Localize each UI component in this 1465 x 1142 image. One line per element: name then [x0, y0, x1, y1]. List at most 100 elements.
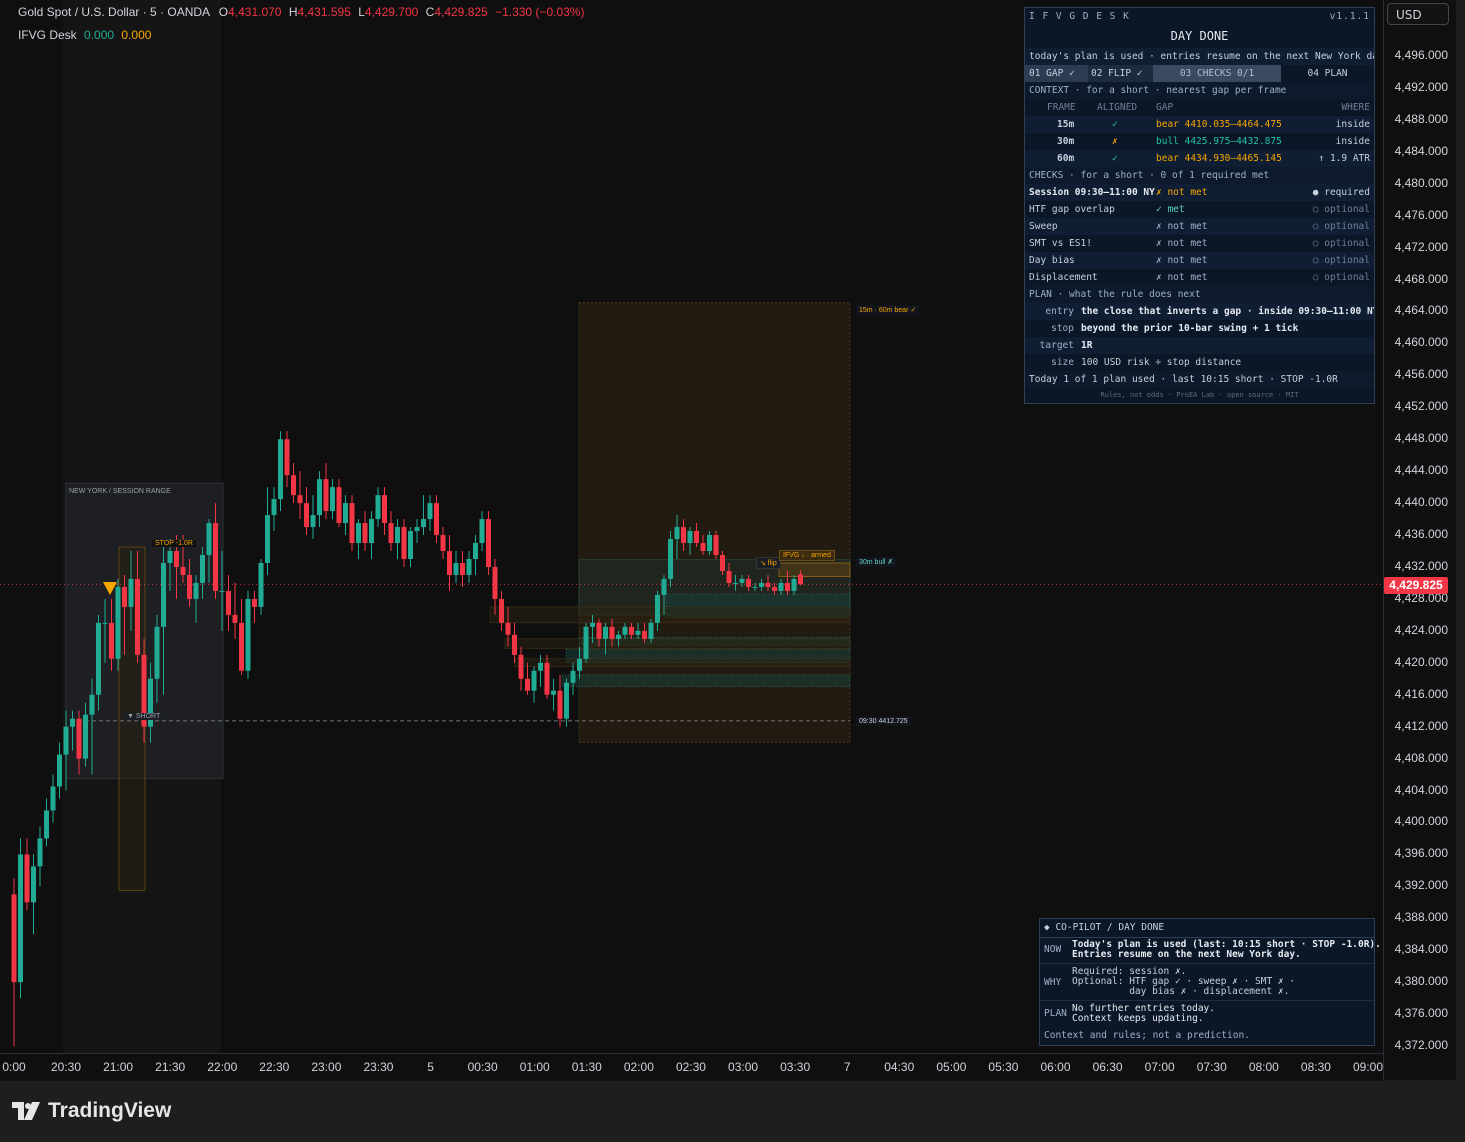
candle-body	[596, 622, 602, 639]
candle-body	[785, 582, 790, 591]
candle-body	[278, 439, 283, 500]
time-tick: 22:00	[207, 1060, 238, 1074]
price-tick: 4,388.000	[1394, 910, 1448, 925]
check-name: Displacement	[1029, 272, 1098, 283]
candle-body	[102, 622, 108, 624]
candle-body	[421, 519, 426, 528]
time-axis[interactable]: 0:00 20:30 21:00 21:30 22:00 22:30 23:00 23:30 5…	[0, 1053, 1383, 1081]
candle-body	[492, 566, 498, 599]
chart-area[interactable]: Gold Spot / U.S. Dollar · 5 · OANDA O4,4…	[0, 0, 1383, 1053]
candle-body	[24, 854, 30, 903]
candle-body	[336, 487, 342, 524]
price-tick: 4,404.000	[1394, 782, 1448, 797]
candle-body	[109, 622, 114, 659]
copilot-plan-tag: PLAN	[1044, 1008, 1067, 1019]
time-tick: 02:00	[623, 1060, 654, 1074]
candle-body	[174, 551, 179, 567]
candle-body	[31, 866, 36, 903]
candle-body	[356, 523, 361, 544]
price-tick: 4,440.000	[1394, 495, 1448, 510]
price-tick: 4,452.000	[1394, 399, 1448, 414]
row-frame: 30m	[1057, 136, 1075, 147]
candle-body	[538, 662, 543, 671]
ohlc-open-label: O	[218, 5, 229, 19]
step-plan[interactable]: 04 PLAN	[1281, 65, 1374, 82]
short-tag: ▼ SHORT	[124, 713, 164, 720]
candle-body	[622, 626, 628, 635]
candle-body	[512, 634, 517, 655]
time-tick: 7	[843, 1060, 851, 1074]
candle-body	[369, 519, 374, 544]
time-tick: 21:00	[103, 1060, 134, 1074]
candle-body	[232, 614, 238, 623]
candle-body	[401, 527, 407, 559]
candle-body	[323, 479, 329, 512]
brand-name: TradingView	[48, 1099, 172, 1122]
candle-body	[635, 630, 641, 635]
candle-body	[128, 578, 134, 607]
time-tick: 00:30	[467, 1060, 498, 1074]
context-row: 30m ✗ bull 4425.975–4432.875 inside	[1025, 133, 1374, 150]
check-row: Displacement ✗ not met ○ optional	[1025, 269, 1374, 286]
candle-body	[408, 531, 413, 559]
time-tick: 07:30	[1196, 1060, 1227, 1074]
price-tick: 4,408.000	[1394, 750, 1448, 765]
check-name: Session 09:30–11:00 NY	[1029, 187, 1155, 198]
candle-body	[83, 714, 88, 759]
desk-subtitle: today's plan is used · entries resume on…	[1025, 48, 1374, 65]
candle-body	[609, 626, 615, 639]
context-row: 15m ✓ bear 4410.035–4464.475 inside	[1025, 116, 1374, 133]
candle-body	[720, 554, 725, 571]
time-tick: 05:30	[988, 1060, 1019, 1074]
candle-body	[44, 810, 49, 839]
price-axis[interactable]: 4,496.000 4,492.000 4,488.000 4,484.000 4,48…	[1383, 0, 1456, 1080]
col-frame: FRAME	[1047, 102, 1076, 113]
row-frame: 15m	[1057, 119, 1075, 130]
price-tick: 4,448.000	[1394, 431, 1448, 446]
candle-body	[70, 718, 75, 727]
candle-body	[362, 523, 368, 544]
candle-body	[427, 503, 433, 520]
candle-body	[687, 531, 693, 544]
step-checks[interactable]: 03 CHECKS 0/1	[1153, 65, 1281, 82]
candle-body	[518, 654, 524, 679]
session-range-label: NEW YORK / SESSION RANGE	[69, 488, 171, 495]
tradingview-logo[interactable]: TradingView	[12, 1099, 171, 1123]
candle-body	[590, 622, 595, 627]
copilot-divider	[1040, 963, 1374, 964]
candle-body	[752, 586, 758, 588]
candle-body	[603, 626, 608, 639]
ohlc-low-label: L	[358, 5, 365, 19]
price-tick: 4,372.000	[1394, 1038, 1448, 1052]
candle-body	[434, 503, 439, 536]
candle-body	[479, 519, 485, 544]
copilot-title: ◆ CO-PILOT / DAY DONE	[1044, 922, 1165, 933]
indicator-name[interactable]: IFVG Desk	[18, 28, 77, 42]
row-where: inside	[1335, 136, 1370, 147]
desk-footnote: Rules, not odds · ProEA Lab · open sourc…	[1100, 391, 1299, 399]
candle-body	[219, 590, 225, 592]
step-gap[interactable]: 01 GAP ✓	[1025, 65, 1088, 82]
candle-body	[122, 586, 127, 607]
candle-body	[544, 662, 550, 695]
footer: TradingView	[0, 1081, 1465, 1142]
symbol-name[interactable]: Gold Spot / U.S. Dollar · 5 · OANDA	[18, 5, 209, 19]
copilot-disclaimer: Context and rules; not a prediction.	[1044, 1030, 1250, 1041]
price-tick: 4,464.000	[1394, 303, 1448, 318]
step-flip[interactable]: 02 FLIP ✓	[1088, 65, 1153, 82]
candle-body	[570, 670, 576, 683]
desk-status: DAY DONE	[1170, 29, 1229, 43]
time-tick: 09:00	[1352, 1060, 1384, 1074]
price-tick: 4,456.000	[1394, 367, 1448, 382]
plan-value: 1R	[1081, 340, 1093, 351]
price-tick: 4,400.000	[1394, 814, 1448, 829]
candle-body	[167, 551, 173, 563]
candle-body	[681, 527, 686, 544]
price-tick: 4,392.000	[1394, 878, 1448, 893]
currency-button[interactable]: USD	[1387, 3, 1449, 25]
candle-body	[525, 678, 530, 691]
candle-body	[245, 598, 251, 671]
candle-body	[447, 551, 452, 575]
time-tick: 07:00	[1144, 1060, 1175, 1074]
ohlc-high-label: H	[288, 5, 298, 19]
